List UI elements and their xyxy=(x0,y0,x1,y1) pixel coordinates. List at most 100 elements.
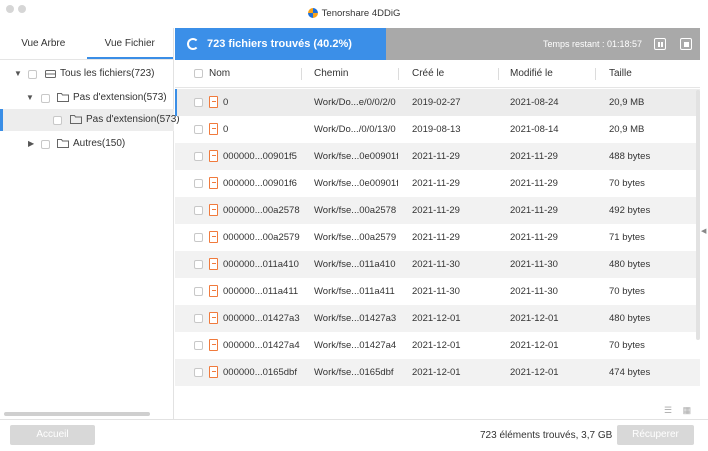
cell-modified: 2021-11-29 xyxy=(510,205,558,216)
tree-item-no-extension[interactable]: ▼ Pas d'extension(573) xyxy=(0,87,174,109)
tree-item-all-files[interactable]: ▼ Tous les fichiers(723) xyxy=(0,63,174,85)
column-separator[interactable] xyxy=(398,68,399,80)
recover-button[interactable]: Récuperer xyxy=(617,425,694,445)
table-row[interactable]: 000000...00a2578 Work/fse...00a2578 2021-1… xyxy=(175,197,700,224)
cell-size: 488 bytes xyxy=(609,151,651,162)
cell-name: 000000...011a410 xyxy=(223,259,299,270)
column-header-created[interactable]: Créé le xyxy=(412,60,444,88)
tab-file-view[interactable]: Vue Fichier xyxy=(86,28,173,59)
cell-modified: 2021-11-30 xyxy=(510,286,558,297)
tree-checkbox[interactable] xyxy=(28,70,37,79)
file-table: Nom Chemin Créé le Modifié le Taille 0 Wo… xyxy=(175,60,700,403)
app-logo-icon xyxy=(307,8,318,18)
column-header-size[interactable]: Taille xyxy=(609,60,632,88)
grid-view-icon[interactable]: ▦ xyxy=(683,405,692,415)
app-title: Tenorshare 4DDiG xyxy=(321,8,401,19)
file-icon xyxy=(209,285,218,297)
cell-path: Work/Do.../0/0/13/0 xyxy=(314,124,396,135)
cell-path: Work/fse...0e00901f6 xyxy=(314,178,398,189)
cell-modified: 2021-11-29 xyxy=(510,178,558,189)
row-checkbox[interactable] xyxy=(194,287,203,296)
row-checkbox[interactable] xyxy=(194,233,203,242)
cell-created: 2019-08-13 xyxy=(412,124,461,135)
column-separator[interactable] xyxy=(595,68,596,80)
cell-path: Work/fse...00a2579 xyxy=(314,232,397,243)
tree-checkbox[interactable] xyxy=(53,116,62,125)
tree-item-no-extension-child[interactable]: Pas d'extension(573) xyxy=(0,109,180,131)
table-row[interactable]: 000000...01427a3 Work/fse...01427a3 2021-1… xyxy=(175,305,700,332)
row-checkbox[interactable] xyxy=(194,125,203,134)
pause-icon[interactable] xyxy=(654,38,666,50)
cell-modified: 2021-12-01 xyxy=(510,367,559,378)
list-view-icon[interactable]: ☰ xyxy=(664,405,672,415)
column-header-path[interactable]: Chemin xyxy=(314,60,348,88)
cell-modified: 2021-11-30 xyxy=(510,259,558,270)
table-row[interactable]: 000000...00901f5 Work/fse...0e00901f5 2021… xyxy=(175,143,700,170)
cell-modified: 2021-12-01 xyxy=(510,340,559,351)
cell-modified: 2021-11-29 xyxy=(510,151,558,162)
row-checkbox[interactable] xyxy=(194,98,203,107)
home-button[interactable]: Accueil xyxy=(10,425,95,445)
expand-arrow-icon[interactable]: ▼ xyxy=(14,63,22,85)
row-checkbox[interactable] xyxy=(194,341,203,350)
scan-status-text: 723 fichiers trouvés (40.2%) xyxy=(207,38,352,50)
cell-created: 2021-12-01 xyxy=(412,340,461,351)
tree-checkbox[interactable] xyxy=(41,140,50,149)
table-row[interactable]: 000000...00a2579 Work/fse...00a2579 2021-1… xyxy=(175,224,700,251)
cell-size: 480 bytes xyxy=(609,313,651,324)
row-checkbox[interactable] xyxy=(194,314,203,323)
file-icon xyxy=(209,231,218,243)
expand-arrow-icon[interactable]: ▶ xyxy=(28,133,34,155)
cell-created: 2021-11-29 xyxy=(412,151,460,162)
select-all-checkbox[interactable] xyxy=(194,69,203,78)
table-row[interactable]: 000000...01427a4 Work/fse...01427a4 2021-1… xyxy=(175,332,700,359)
tree-item-label: Autres(150) xyxy=(73,138,126,149)
cell-modified: 2021-08-24 xyxy=(510,97,559,108)
collapse-arrow-icon[interactable]: ◀ xyxy=(701,227,706,235)
table-vertical-scrollbar[interactable] xyxy=(696,90,700,340)
row-checkbox[interactable] xyxy=(194,368,203,377)
row-checkbox[interactable] xyxy=(194,179,203,188)
cell-modified: 2021-11-29 xyxy=(510,232,558,243)
cell-path: Work/fse...01427a3 xyxy=(314,313,397,324)
cell-created: 2021-11-29 xyxy=(412,232,460,243)
cell-created: 2021-12-01 xyxy=(412,313,461,324)
row-checkbox[interactable] xyxy=(194,152,203,161)
column-header-name[interactable]: Nom xyxy=(209,60,230,88)
cell-size: 480 bytes xyxy=(609,259,651,270)
file-icon xyxy=(209,123,218,135)
column-separator[interactable] xyxy=(498,68,499,80)
table-row[interactable]: 0 Work/Do.../0/0/13/0 2019-08-13 2021-08-14… xyxy=(175,116,700,143)
tree-checkbox[interactable] xyxy=(41,94,50,103)
table-row[interactable]: 000000...0165dbf Work/fse...0165dbf 2021-1… xyxy=(175,359,700,386)
cell-size: 70 bytes xyxy=(609,286,645,297)
results-summary: 723 éléments trouvés, 3,7 GB xyxy=(480,430,613,441)
table-row[interactable]: 000000...011a410 Work/fse...011a410 2021-1… xyxy=(175,251,700,278)
cell-modified: 2021-12-01 xyxy=(510,313,559,324)
file-icon xyxy=(209,312,218,324)
column-separator[interactable] xyxy=(301,68,302,80)
loading-spinner-icon xyxy=(187,38,199,50)
row-checkbox[interactable] xyxy=(194,260,203,269)
table-row[interactable]: 000000...011a411 Work/fse...011a411 2021-1… xyxy=(175,278,700,305)
cell-size: 71 bytes xyxy=(609,232,645,243)
tree-item-others[interactable]: ▶ Autres(150) xyxy=(0,133,174,155)
drive-icon xyxy=(45,70,56,78)
table-row[interactable]: 0 Work/Do...e/0/0/2/0 2019-02-27 2021-08-24… xyxy=(175,89,700,116)
scan-progress-bar: 723 fichiers trouvés (40.2%) Temps resta… xyxy=(175,28,700,60)
view-tabs: Vue Arbre Vue Fichier xyxy=(0,28,173,60)
cell-size: 20,9 MB xyxy=(609,124,645,135)
expand-arrow-icon[interactable]: ▼ xyxy=(26,87,34,109)
cell-path: Work/fse...0e00901f5 xyxy=(314,151,398,162)
tab-tree-view[interactable]: Vue Arbre xyxy=(0,28,87,59)
row-checkbox[interactable] xyxy=(194,206,203,215)
column-header-modified[interactable]: Modifié le xyxy=(510,60,553,88)
time-remaining-text: Temps restant : 01:18:57 xyxy=(542,39,642,49)
cell-created: 2021-11-29 xyxy=(412,178,460,189)
cell-created: 2019-02-27 xyxy=(412,97,461,108)
cell-path: Work/fse...011a410 xyxy=(314,259,396,270)
cell-name: 000000...011a411 xyxy=(223,286,299,297)
left-horizontal-scrollbar[interactable] xyxy=(4,412,150,416)
stop-icon[interactable] xyxy=(680,38,692,50)
table-row[interactable]: 000000...00901f6 Work/fse...0e00901f6 2021… xyxy=(175,170,700,197)
